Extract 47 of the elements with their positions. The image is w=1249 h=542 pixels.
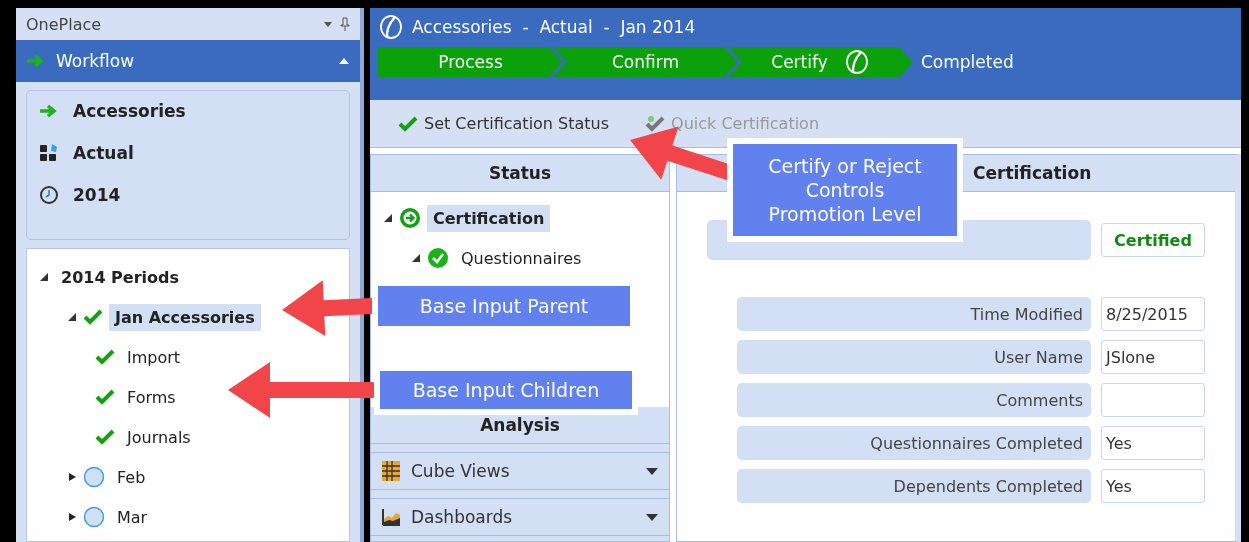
panel-title: OnePlace [26, 14, 102, 34]
tree-item[interactable]: Journals [121, 423, 197, 451]
pov-item[interactable]: Accessories [73, 101, 186, 121]
expanded-triangle-icon[interactable] [411, 253, 421, 263]
chart-icon [381, 507, 401, 527]
field-value: Certified [1101, 223, 1205, 257]
tree-item[interactable]: Import [121, 343, 187, 371]
expanded-triangle-icon[interactable] [383, 213, 393, 223]
tree-item[interactable]: Forms [121, 383, 182, 411]
field-label: Comments [737, 383, 1091, 417]
pov-item[interactable]: Actual [73, 143, 134, 163]
logo-icon [378, 14, 404, 40]
clock-icon [39, 185, 59, 205]
banner-title: Accessories - Actual - Jan 2014 [412, 17, 696, 37]
collapsed-triangle-icon[interactable] [67, 472, 77, 482]
field-label: User Name [737, 340, 1091, 374]
dropdown-caret-icon [324, 21, 332, 27]
accordion-item[interactable]: Dashboards [371, 498, 669, 536]
callout-tooltip: Certify or Reject Controls Promotion Level [727, 138, 963, 242]
tree-item[interactable]: Certification [427, 204, 551, 232]
table-icon [381, 460, 401, 482]
grid-icon [39, 143, 59, 163]
expanded-triangle-icon[interactable] [67, 312, 77, 322]
tree-item[interactable]: Questionnaires [455, 244, 588, 272]
tree-item[interactable]: Mar [111, 503, 154, 531]
collapsed-triangle-icon[interactable] [67, 512, 77, 522]
pin-icon [340, 17, 350, 31]
logo-icon [843, 49, 870, 75]
tree-item[interactable]: 2014 Periods [55, 263, 186, 291]
check-icon [645, 114, 666, 133]
pov-item[interactable]: 2014 [73, 185, 121, 205]
accordion-item[interactable]: Cube Views [371, 452, 669, 490]
expanded-triangle-icon[interactable] [39, 272, 49, 282]
field-label: Dependents Completed [737, 469, 1091, 503]
toolbar-button[interactable]: Set Certification Status [398, 114, 610, 133]
field-value: JSlone [1101, 340, 1205, 374]
field-label: Time Modified [737, 297, 1091, 331]
arrow-icon [26, 54, 46, 68]
field-label: Questionnaires Completed [737, 426, 1091, 460]
field-value: Yes [1101, 469, 1205, 503]
field-value: 8/25/2015 [1101, 297, 1205, 331]
workflow-header[interactable]: Workflow [16, 40, 360, 82]
tree-item[interactable]: Feb [111, 463, 152, 491]
arrow-icon [39, 104, 59, 118]
check-icon [398, 115, 418, 132]
tree-item[interactable]: Jan Accessories [109, 303, 261, 331]
field-value: Yes [1101, 426, 1205, 460]
